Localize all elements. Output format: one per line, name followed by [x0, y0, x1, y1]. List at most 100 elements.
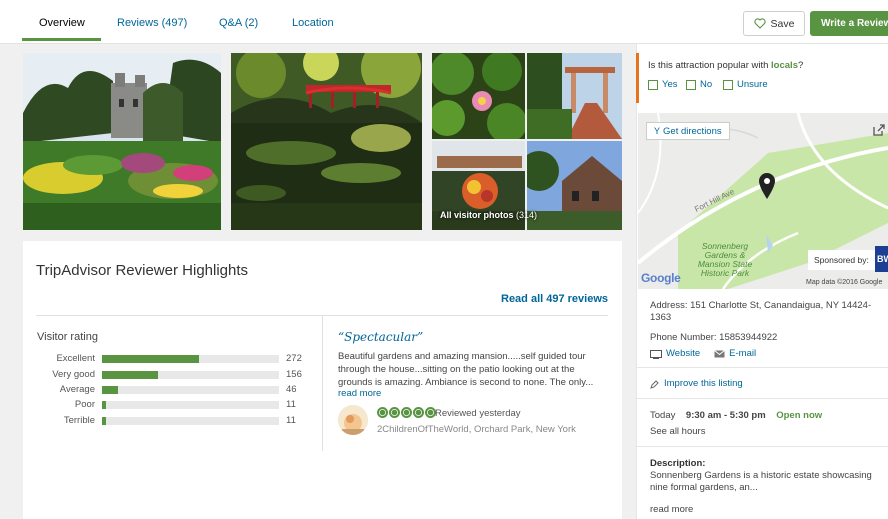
sponsor-logo[interactable]: BW [875, 246, 888, 272]
divider-vertical [322, 316, 323, 451]
see-all-hours-link[interactable]: See all hours [650, 426, 705, 438]
locals-question-text: Is this attraction popular with locals? [648, 60, 803, 71]
highlights-title: TripAdvisor Reviewer Highlights [36, 262, 249, 279]
review-title-link[interactable]: “Spectacular” [338, 330, 423, 344]
phone-number: Phone Number: 15853944922 [650, 332, 778, 343]
photo-mansion[interactable] [527, 141, 622, 230]
get-directions-button[interactable]: Y Get directions [646, 122, 730, 140]
google-logo: Google [641, 271, 681, 285]
monitor-icon [650, 349, 662, 359]
rating-row-very-good[interactable]: Very good 156 [30, 368, 310, 382]
directions-icon: Y [654, 126, 661, 136]
sponsored-label: Sponsored by: [808, 250, 875, 270]
open-now-badge: Open now [776, 410, 823, 421]
all-photos-label: All visitor photos [440, 210, 514, 220]
rating-row-excellent[interactable]: Excellent 272 [30, 352, 310, 366]
rating-row-average[interactable]: Average 46 [30, 383, 310, 397]
tab-reviews-label: Reviews [117, 17, 159, 29]
photo-castle-garden[interactable] [23, 53, 221, 230]
photo-japanese-garden[interactable] [231, 53, 422, 230]
top-navigation: Overview Reviews (497) Q&A (2) Location … [0, 0, 888, 44]
website-link[interactable]: Website [666, 348, 700, 360]
divider [636, 367, 888, 368]
divider [636, 398, 888, 399]
rating-bar-fill [102, 386, 119, 394]
water-lily-image [432, 53, 525, 139]
rating-bubble-icon [389, 407, 400, 418]
rating-bar-fill [102, 417, 106, 425]
japanese-garden-image [231, 53, 422, 230]
review-read-more-link[interactable]: read more [338, 388, 381, 399]
map-credit: Map data ©2016 Google [806, 279, 883, 286]
hours-today: Today 9:30 am - 5:30 pm Open now [650, 410, 822, 422]
review-snippet: Beautiful gardens and amazing mansion...… [338, 351, 594, 388]
locals-option-yes[interactable]: Yes [648, 79, 678, 90]
tab-qa-count: (2) [244, 17, 259, 29]
option-label: Yes [662, 79, 678, 90]
bubble-rating [377, 407, 436, 418]
rating-count: 11 [286, 415, 296, 426]
checkbox-icon [686, 79, 696, 90]
rating-count: 272 [286, 353, 302, 364]
rating-bar-track [102, 386, 279, 394]
rating-bar-track [102, 355, 279, 363]
rating-row-terrible[interactable]: Terrible 11 [30, 414, 310, 428]
checkbox-icon [723, 79, 733, 90]
map-pin-icon[interactable] [758, 172, 776, 200]
locals-option-unsure[interactable]: Unsure [723, 79, 768, 90]
tab-reviews-count: (497) [161, 17, 188, 29]
tab-location[interactable]: Location [292, 17, 334, 29]
all-photos-count: (314) [516, 210, 538, 220]
tab-overview[interactable]: Overview [39, 17, 85, 29]
tab-reviews[interactable]: Reviews (497) [117, 17, 187, 29]
hours-day: Today [650, 410, 676, 421]
rating-label: Excellent [56, 353, 95, 364]
pergola-image [527, 53, 622, 139]
review-date: Reviewed yesterday [435, 408, 521, 419]
photo-pergola[interactable] [527, 53, 622, 139]
read-all-reviews-link[interactable]: Read all 497 reviews [501, 293, 608, 305]
map-park-label: Sonnenberg Gardens & Mansion State Histo… [697, 241, 753, 278]
option-label: No [700, 79, 713, 90]
address: Address: 151 Charlotte St, Canandaigua, … [650, 300, 872, 323]
rating-label: Terrible [63, 415, 95, 426]
description-label: Description: [650, 458, 706, 469]
locals-suffix: ? [797, 60, 804, 71]
tab-qa-label: Q&A [219, 17, 242, 29]
improve-listing-link[interactable]: Improve this listing [664, 378, 743, 390]
option-label: Unsure [737, 79, 768, 90]
rating-count: 156 [286, 369, 302, 380]
description-read-more-link[interactable]: read more [650, 504, 693, 516]
tab-qa[interactable]: Q&A (2) [219, 17, 258, 29]
rating-bar-track [102, 417, 279, 425]
mansion-image [527, 141, 622, 230]
locals-question: Is this attraction popular with locals? … [636, 53, 888, 103]
all-photos-link[interactable]: All visitor photos (314) [440, 210, 537, 220]
rating-count: 11 [286, 399, 296, 410]
description-text: Sonnenberg Gardens is a historic estate … [650, 470, 872, 493]
photo-water-lily[interactable] [432, 53, 525, 139]
locals-option-no[interactable]: No [686, 79, 712, 90]
save-button[interactable]: Save [743, 11, 805, 36]
rating-row-poor[interactable]: Poor 11 [30, 398, 310, 412]
avatar[interactable] [338, 405, 368, 435]
envelope-icon [714, 350, 725, 358]
locals-keyword: locals [771, 60, 798, 71]
rating-bubble-icon [413, 407, 424, 418]
hours-time: 9:30 am - 5:30 pm [685, 410, 766, 421]
expand-map-icon[interactable] [873, 124, 885, 136]
pencil-icon [650, 379, 659, 389]
rating-bar-fill [102, 401, 106, 409]
rating-bubble-icon [401, 407, 412, 418]
castle-garden-image [23, 53, 221, 230]
improve-listing[interactable]: Improve this listing [650, 378, 743, 390]
save-label: Save [770, 17, 795, 30]
reviewer-avatar-image [338, 405, 368, 435]
reviewer-name-link[interactable]: 2ChildrenOfTheWorld, Orchard Park, New Y… [377, 424, 576, 435]
rating-label: Average [59, 384, 95, 395]
heart-icon [753, 18, 766, 29]
rating-count: 46 [286, 384, 297, 395]
email-link[interactable]: E-mail [729, 348, 756, 360]
contact-links: Website E-mail [650, 348, 756, 360]
write-review-button[interactable]: Write a Review [810, 11, 888, 36]
